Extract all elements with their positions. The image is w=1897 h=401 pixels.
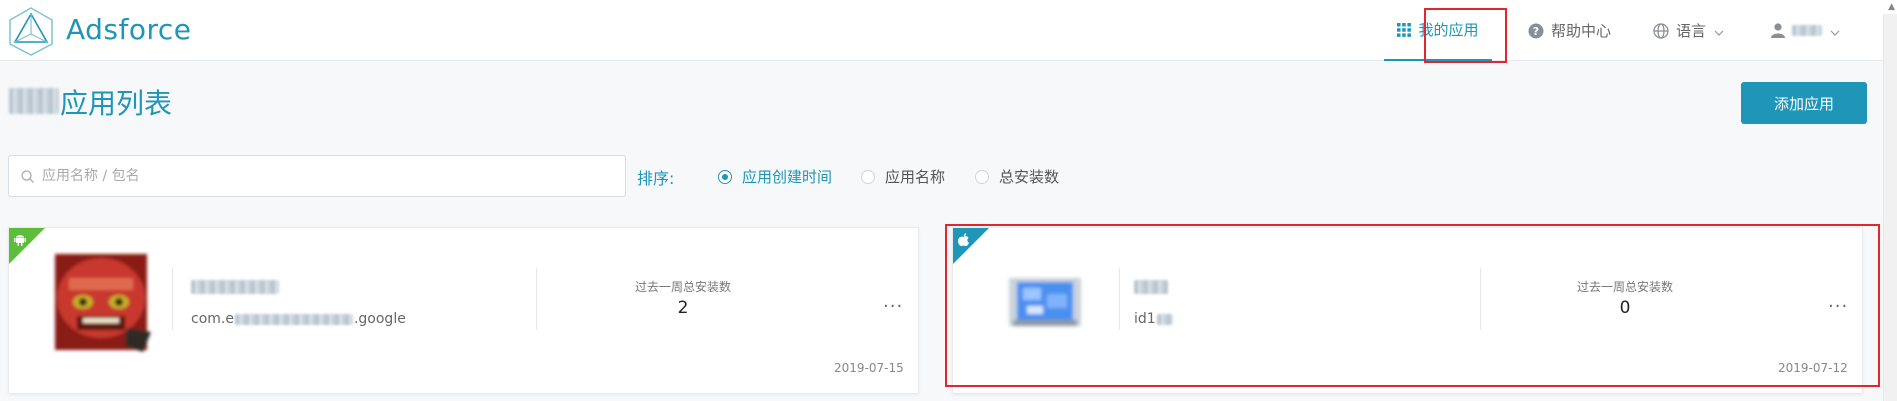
radio-checked-icon xyxy=(718,169,732,184)
nav-language-dropdown[interactable]: 语言 xyxy=(1653,0,1724,61)
user-menu-dropdown[interactable] xyxy=(1771,0,1840,61)
package-name: com.e .google xyxy=(191,311,406,327)
app-card[interactable]: id1 过去一周总安装数 0 ··· 2019-07-12 xyxy=(952,227,1863,394)
triangle-logo-icon[interactable] xyxy=(8,6,54,56)
weekly-installs-value: 0 xyxy=(1619,298,1631,318)
radio-unchecked-icon xyxy=(975,169,989,184)
created-date: 2019-07-15 xyxy=(834,361,904,375)
divider xyxy=(536,268,537,330)
search-input[interactable] xyxy=(42,168,602,184)
user-name-redacted xyxy=(1792,25,1822,36)
app-icon-image xyxy=(55,254,151,352)
app-icon-image xyxy=(1009,278,1081,326)
nav-help-center[interactable]: ? 帮助中心 xyxy=(1528,0,1611,61)
user-icon xyxy=(1771,23,1785,38)
add-app-button[interactable]: 添加应用 xyxy=(1741,82,1867,124)
created-date: 2019-07-12 xyxy=(1778,361,1848,375)
page-title: 应用列表 xyxy=(60,87,173,120)
android-icon xyxy=(13,232,27,251)
sort-option-label: 应用名称 xyxy=(885,168,946,186)
svg-text:?: ? xyxy=(1533,25,1539,38)
question-circle-icon: ? xyxy=(1528,23,1544,39)
radio-unchecked-icon xyxy=(861,169,875,184)
search-field[interactable] xyxy=(8,155,626,197)
sort-option-label: 总安装数 xyxy=(999,168,1060,186)
sort-label: 排序: xyxy=(637,169,675,188)
brand-name[interactable]: Adsforce xyxy=(66,13,192,46)
nav-my-apps[interactable]: 我的应用 xyxy=(1384,0,1492,61)
globe-icon xyxy=(1653,22,1669,39)
app-card[interactable]: com.e .google 过去一周总安装数 2 ··· 2019-07-15 xyxy=(8,227,919,394)
sort-option-total-installs[interactable]: 总安装数 xyxy=(975,166,1059,187)
search-icon xyxy=(21,169,34,183)
weekly-installs-label: 过去一周总安装数 xyxy=(1576,280,1673,294)
app-name-redacted xyxy=(191,280,279,294)
apple-icon xyxy=(957,232,970,251)
weekly-installs-value: 2 xyxy=(677,298,689,318)
chevron-down-icon xyxy=(1830,22,1840,40)
more-options-icon[interactable]: ··· xyxy=(1828,296,1848,317)
nav-help-label: 帮助中心 xyxy=(1551,22,1612,40)
divider xyxy=(1480,268,1481,330)
top-navbar: Adsforce 我的应用 ? 帮助中心 语言 xyxy=(0,0,1897,61)
sort-option-label: 应用创建时间 xyxy=(742,168,833,186)
weekly-installs-label: 过去一周总安装数 xyxy=(634,280,731,294)
scroll-up-arrow-icon[interactable]: ▲ xyxy=(1888,2,1895,12)
nav-language-label: 语言 xyxy=(1676,22,1707,40)
grid-icon xyxy=(1397,22,1412,37)
sort-option-app-name[interactable]: 应用名称 xyxy=(861,166,945,187)
nav-my-apps-label: 我的应用 xyxy=(1418,21,1479,39)
more-options-icon[interactable]: ··· xyxy=(883,296,903,317)
account-name-redacted xyxy=(9,88,59,114)
divider xyxy=(1119,268,1120,330)
chevron-down-icon xyxy=(1714,22,1724,40)
package-name: id1 xyxy=(1134,311,1173,327)
sort-option-created-time[interactable]: 应用创建时间 xyxy=(718,166,832,187)
app-name-redacted xyxy=(1134,280,1168,294)
vertical-scrollbar[interactable] xyxy=(1883,14,1897,401)
divider xyxy=(172,268,173,330)
